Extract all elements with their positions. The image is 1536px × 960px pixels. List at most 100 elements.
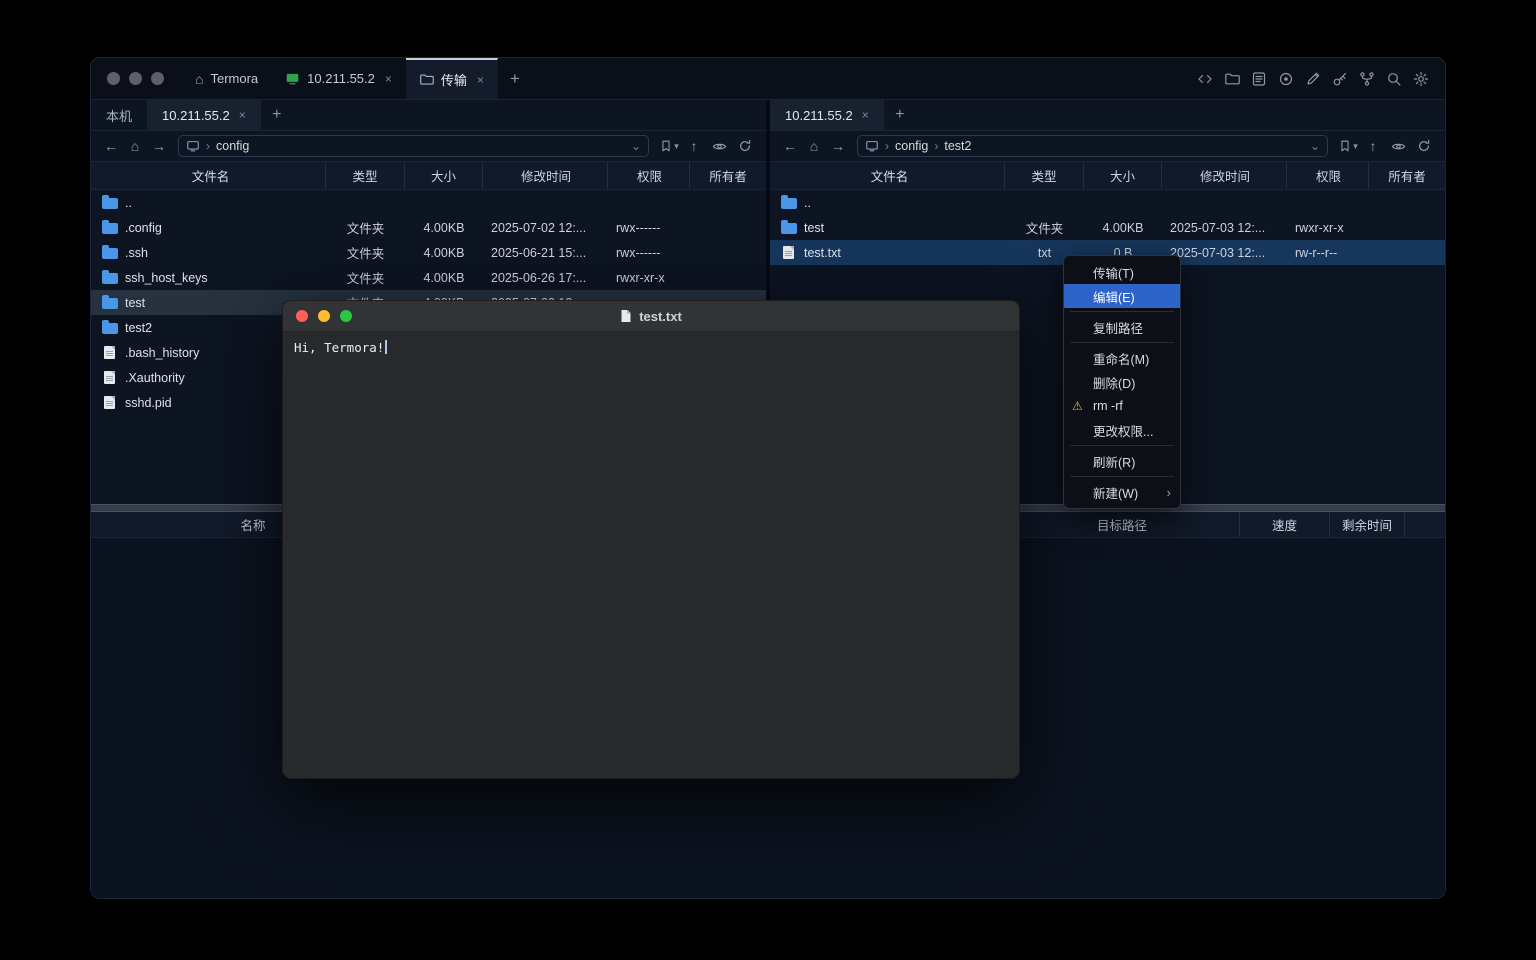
column-header-type[interactable]: 类型: [326, 162, 405, 189]
menu-item-transfer[interactable]: 传输(T): [1064, 260, 1180, 284]
path-breadcrumb[interactable]: › config ⌄: [178, 135, 649, 157]
right-panel-toolbar: ← ⌂ → › config › test2 ⌄: [770, 131, 1445, 162]
edit-pencil-icon[interactable]: [1305, 71, 1321, 87]
refresh-button[interactable]: [733, 139, 757, 153]
close-window-button[interactable]: [296, 310, 308, 322]
menu-separator: [1070, 311, 1174, 312]
table-row[interactable]: .ssh 文件夹 4.00KB 2025-06-21 15:... rwx---…: [91, 240, 766, 265]
record-icon[interactable]: [1278, 71, 1294, 87]
file-size: 4.00KB: [1084, 215, 1162, 240]
tab-host-session[interactable]: 10.211.55.2 ×: [272, 58, 406, 99]
menu-separator: [1070, 476, 1174, 477]
menu-item-copy-path[interactable]: 复制路径: [1064, 315, 1180, 339]
menu-item-rename[interactable]: 重命名(M): [1064, 346, 1180, 370]
path-breadcrumb[interactable]: › config › test2 ⌄: [857, 135, 1328, 157]
table-row[interactable]: ..: [770, 190, 1445, 215]
bookmark-button[interactable]: ▾: [657, 139, 681, 153]
back-button[interactable]: ←: [100, 139, 122, 153]
new-tab-button[interactable]: +: [498, 58, 532, 99]
key-icon[interactable]: [1332, 71, 1348, 87]
right-panel-tabs: 10.211.55.2 × +: [770, 100, 1445, 131]
home-button[interactable]: ⌂: [124, 139, 146, 153]
minimize-window-button[interactable]: [129, 72, 142, 85]
close-tab-icon[interactable]: ×: [239, 108, 246, 122]
forward-button[interactable]: →: [827, 139, 849, 153]
file-mtime: 2025-06-21 15:...: [483, 240, 608, 265]
bookmark-dropdown-icon[interactable]: ▾: [674, 141, 679, 152]
chevron-down-icon[interactable]: ⌄: [631, 139, 641, 153]
column-header-perm[interactable]: 权限: [608, 162, 690, 189]
menu-item-edit[interactable]: 编辑(E): [1064, 284, 1180, 308]
column-header-owner[interactable]: 所有者: [1369, 162, 1445, 189]
bookmark-button[interactable]: ▾: [1336, 139, 1360, 153]
editor-content[interactable]: Hi, Termora!: [283, 332, 1019, 778]
tab-remote-host[interactable]: 10.211.55.2 ×: [147, 100, 261, 130]
file-type: 文件夹: [326, 215, 405, 240]
home-button[interactable]: ⌂: [803, 139, 825, 153]
text-cursor: [385, 340, 387, 354]
add-panel-tab-button[interactable]: +: [261, 100, 293, 130]
bookmark-dropdown-icon[interactable]: ▾: [1353, 141, 1358, 152]
column-header-type[interactable]: 类型: [1005, 162, 1084, 189]
column-header-mtime[interactable]: 修改时间: [1162, 162, 1287, 189]
column-header-name[interactable]: 文件名: [91, 162, 326, 189]
menu-item-refresh[interactable]: 刷新(R): [1064, 449, 1180, 473]
back-button[interactable]: ←: [779, 139, 801, 153]
parent-directory-button[interactable]: ↑: [683, 139, 705, 153]
file-name: test: [804, 221, 824, 235]
tab-local-machine[interactable]: 本机: [91, 100, 147, 130]
transfer-column-speed[interactable]: 速度: [1240, 512, 1330, 537]
menu-item-delete[interactable]: 删除(D): [1064, 370, 1180, 394]
settings-gear-icon[interactable]: [1413, 71, 1429, 87]
warning-icon: ⚠: [1072, 400, 1083, 412]
menu-item-rm-rf[interactable]: ⚠ rm -rf: [1064, 394, 1180, 418]
close-tab-icon[interactable]: ×: [477, 73, 484, 87]
chevron-down-icon[interactable]: ⌄: [1310, 139, 1320, 153]
folder-icon: [102, 323, 118, 334]
forward-button[interactable]: →: [148, 139, 170, 153]
table-row[interactable]: ssh_host_keys 文件夹 4.00KB 2025-06-26 17:.…: [91, 265, 766, 290]
column-header-owner[interactable]: 所有者: [690, 162, 766, 189]
minimize-window-button[interactable]: [318, 310, 330, 322]
table-row[interactable]: .config 文件夹 4.00KB 2025-07-02 12:... rwx…: [91, 215, 766, 240]
file-name: .Xauthority: [125, 371, 185, 385]
file-size: 4.00KB: [405, 240, 483, 265]
breadcrumb-separator: ›: [885, 139, 889, 153]
parent-directory-button[interactable]: ↑: [1362, 139, 1384, 153]
column-header-size[interactable]: 大小: [405, 162, 483, 189]
tab-remote-host[interactable]: 10.211.55.2 ×: [770, 100, 884, 130]
file-perm: rw-r--r--: [1287, 240, 1369, 265]
add-panel-tab-button[interactable]: +: [884, 100, 916, 130]
breadcrumb-segment[interactable]: config: [895, 139, 928, 153]
show-hidden-eye-button[interactable]: [1386, 139, 1410, 154]
column-header-mtime[interactable]: 修改时间: [483, 162, 608, 189]
zoom-window-button[interactable]: [340, 310, 352, 322]
refresh-button[interactable]: [1412, 139, 1436, 153]
log-icon[interactable]: [1251, 71, 1267, 87]
column-header-size[interactable]: 大小: [1084, 162, 1162, 189]
close-tab-icon[interactable]: ×: [862, 108, 869, 122]
close-tab-icon[interactable]: ×: [385, 72, 392, 86]
folder-icon[interactable]: [1224, 71, 1240, 87]
breadcrumb-segment[interactable]: config: [216, 139, 249, 153]
fork-icon[interactable]: [1359, 71, 1375, 87]
show-hidden-eye-button[interactable]: [707, 139, 731, 154]
transfer-column-target[interactable]: 目标路径: [1005, 512, 1240, 537]
menu-item-new[interactable]: 新建(W) ›: [1064, 480, 1180, 504]
column-header-perm[interactable]: 权限: [1287, 162, 1369, 189]
transfer-column-remaining[interactable]: 剩余时间: [1330, 512, 1405, 537]
macro-code-icon[interactable]: [1197, 71, 1213, 87]
tab-termora[interactable]: ⌂ Termora: [182, 58, 272, 99]
zoom-window-button[interactable]: [151, 72, 164, 85]
menu-item-chmod[interactable]: 更改权限...: [1064, 418, 1180, 442]
editor-titlebar[interactable]: test.txt: [283, 301, 1019, 332]
table-row[interactable]: ..: [91, 190, 766, 215]
file-name: test.txt: [804, 246, 841, 260]
table-row[interactable]: test 文件夹 4.00KB 2025-07-03 12:... rwxr-x…: [770, 215, 1445, 240]
search-icon[interactable]: [1386, 71, 1402, 87]
column-header-name[interactable]: 文件名: [770, 162, 1005, 189]
breadcrumb-segment[interactable]: test2: [944, 139, 971, 153]
close-window-button[interactable]: [107, 72, 120, 85]
folder-icon: [419, 72, 434, 87]
tab-transfer[interactable]: 传输 ×: [406, 58, 498, 99]
